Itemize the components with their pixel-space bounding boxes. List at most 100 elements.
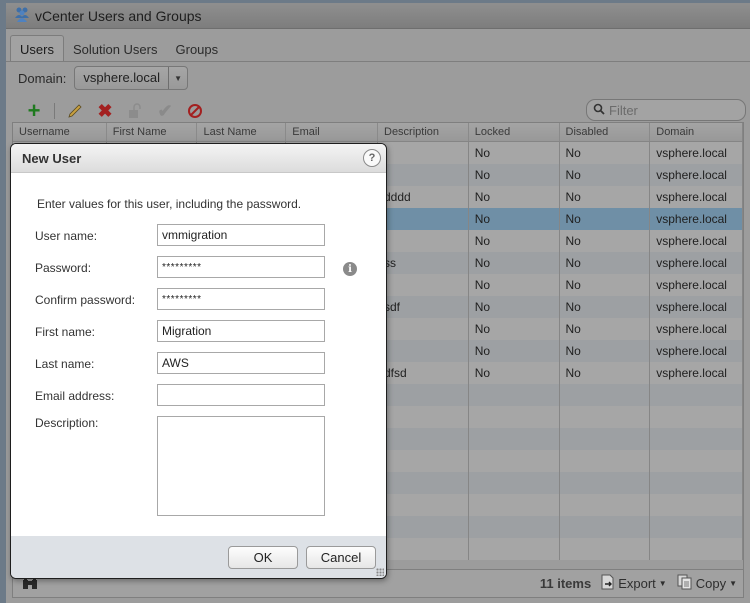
export-button[interactable]: Export ▼ [601,574,667,593]
email-row: Email address: [35,384,325,406]
ok-button[interactable]: OK [228,545,298,569]
chevron-down-icon[interactable]: ▼ [169,74,187,83]
delete-icon[interactable]: ✖ [95,101,115,121]
locked-cell: No [469,142,560,164]
disabled-cell: No [560,186,651,208]
dialog-header: New User ? [11,144,386,173]
description-cell: dfsd [378,362,469,384]
tab-groups[interactable]: Groups [167,36,228,62]
description-field[interactable] [157,416,325,516]
domain-cell [650,406,743,428]
resize-grip-icon[interactable] [376,568,384,576]
unlock-icon[interactable] [125,101,145,121]
copy-icon [677,574,693,593]
tab-bar: Users Solution Users Groups [10,34,227,62]
description-cell [378,164,469,186]
column-header-domain[interactable]: Domain [650,123,743,141]
domain-cell: vsphere.local [650,142,743,164]
email-field[interactable] [157,384,325,406]
column-header-locked[interactable]: Locked [469,123,560,141]
description-label: Description: [35,416,99,430]
last-name-field[interactable] [157,352,325,374]
username-row: User name: [35,224,325,246]
locked-cell [469,384,560,406]
locked-cell: No [469,274,560,296]
info-icon[interactable]: i [343,262,357,276]
first-name-field[interactable] [157,320,325,342]
description-cell [378,428,469,450]
disabled-cell [560,472,651,494]
domain-cell [650,428,743,450]
description-cell [378,538,469,560]
disabled-cell: No [560,274,651,296]
tab-users[interactable]: Users [10,35,64,62]
domain-select[interactable]: vsphere.local ▼ [74,66,189,90]
description-cell [378,450,469,472]
locked-cell: No [469,230,560,252]
domain-cell [650,384,743,406]
add-icon[interactable]: + [24,98,44,123]
dialog-footer: OK Cancel [11,536,386,578]
password-field[interactable] [157,256,325,278]
confirm-password-field[interactable] [157,288,325,310]
disabled-cell [560,428,651,450]
locked-cell [469,428,560,450]
disabled-cell [560,384,651,406]
description-cell [378,208,469,230]
locked-cell: No [469,296,560,318]
disabled-cell: No [560,362,651,384]
column-header-username[interactable]: Username [13,123,107,141]
disable-icon[interactable] [185,101,205,121]
description-cell: dddd [378,186,469,208]
domain-cell [650,472,743,494]
description-row: Description: [35,416,325,516]
disabled-cell [560,494,651,516]
first-name-row: First name: [35,320,325,342]
domain-cell: vsphere.local [650,186,743,208]
locked-cell [469,516,560,538]
description-cell [378,384,469,406]
table-header: Username First Name Last Name Email Desc… [13,123,743,142]
edit-icon[interactable] [65,101,85,121]
domain-cell [650,494,743,516]
confirm-password-row: Confirm password: [35,288,325,310]
copy-button[interactable]: Copy ▼ [677,574,737,593]
domain-cell: vsphere.local [650,164,743,186]
enable-icon[interactable]: ✔ [155,101,175,121]
locked-cell: No [469,186,560,208]
locked-cell: No [469,164,560,186]
disabled-cell: No [560,296,651,318]
column-header-first-name[interactable]: First Name [107,123,198,141]
column-header-disabled[interactable]: Disabled [560,123,651,141]
description-cell [378,494,469,516]
tab-solution-users[interactable]: Solution Users [64,36,167,62]
disabled-cell [560,516,651,538]
domain-cell: vsphere.local [650,274,743,296]
disabled-cell: No [560,164,651,186]
cancel-button[interactable]: Cancel [306,545,376,569]
users-group-icon [14,6,30,25]
disabled-cell [560,538,651,560]
column-header-email[interactable]: Email [286,123,378,141]
item-count: 11 items [539,576,592,591]
password-row: Password: [35,256,325,278]
domain-cell: vsphere.local [650,340,743,362]
locked-cell: No [469,318,560,340]
filter-input[interactable]: Filter [586,99,746,121]
dialog-intro: Enter values for this user, including th… [37,197,302,211]
column-header-description[interactable]: Description [378,123,469,141]
column-header-last-name[interactable]: Last Name [197,123,287,141]
description-cell [378,406,469,428]
disabled-cell: No [560,208,651,230]
description-cell [378,142,469,164]
disabled-cell: No [560,142,651,164]
domain-cell: vsphere.local [650,296,743,318]
username-field[interactable] [157,224,325,246]
toolbar: + ✖ ✔ [24,98,205,123]
locked-cell: No [469,252,560,274]
search-icon [593,103,605,118]
password-label: Password: [35,261,92,275]
domain-cell: vsphere.local [650,208,743,230]
help-icon[interactable]: ? [363,149,381,167]
disabled-cell [560,450,651,472]
